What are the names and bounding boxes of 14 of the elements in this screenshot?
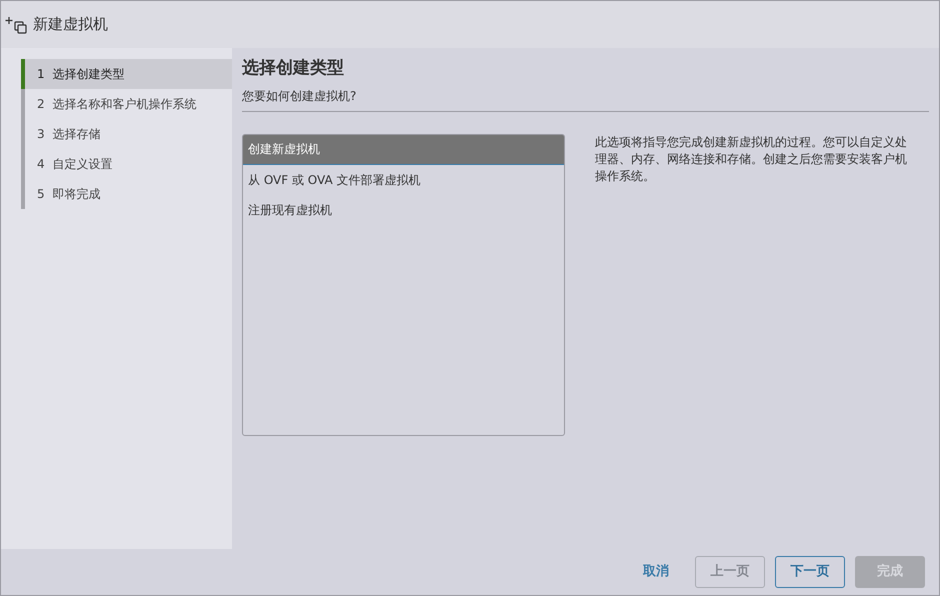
step-item[interactable]: 1 选择创建类型 — [21, 59, 232, 89]
new-vm-icon — [5, 14, 27, 34]
window-title: 新建虚拟机 — [33, 14, 108, 36]
wizard-button[interactable]: 下一页 — [775, 556, 845, 588]
step-item[interactable]: 4 自定义设置 — [21, 149, 232, 179]
creation-type-option[interactable]: 注册现有虚拟机 — [243, 194, 564, 224]
page-subheading: 您要如何创建虚拟机? — [242, 88, 358, 104]
page-heading: 选择创建类型 — [242, 57, 345, 80]
step-item[interactable]: 5 即将完成 — [21, 179, 232, 209]
creation-type-option[interactable]: 创建新虚拟机 — [243, 134, 564, 164]
option-description: 此选项将指导您完成创建新虚拟机的过程。您可以自定义处理器、内存、网络连接和存储。创建之后您需要安装客户机操作系统。 — [595, 134, 908, 184]
step-item[interactable]: 2 选择名称和客户机操作系统 — [21, 89, 232, 119]
creation-type-option[interactable]: 从 OVF 或 OVA 文件部署虚拟机 — [243, 164, 564, 194]
step-item[interactable]: 3 选择存储 — [21, 119, 232, 149]
